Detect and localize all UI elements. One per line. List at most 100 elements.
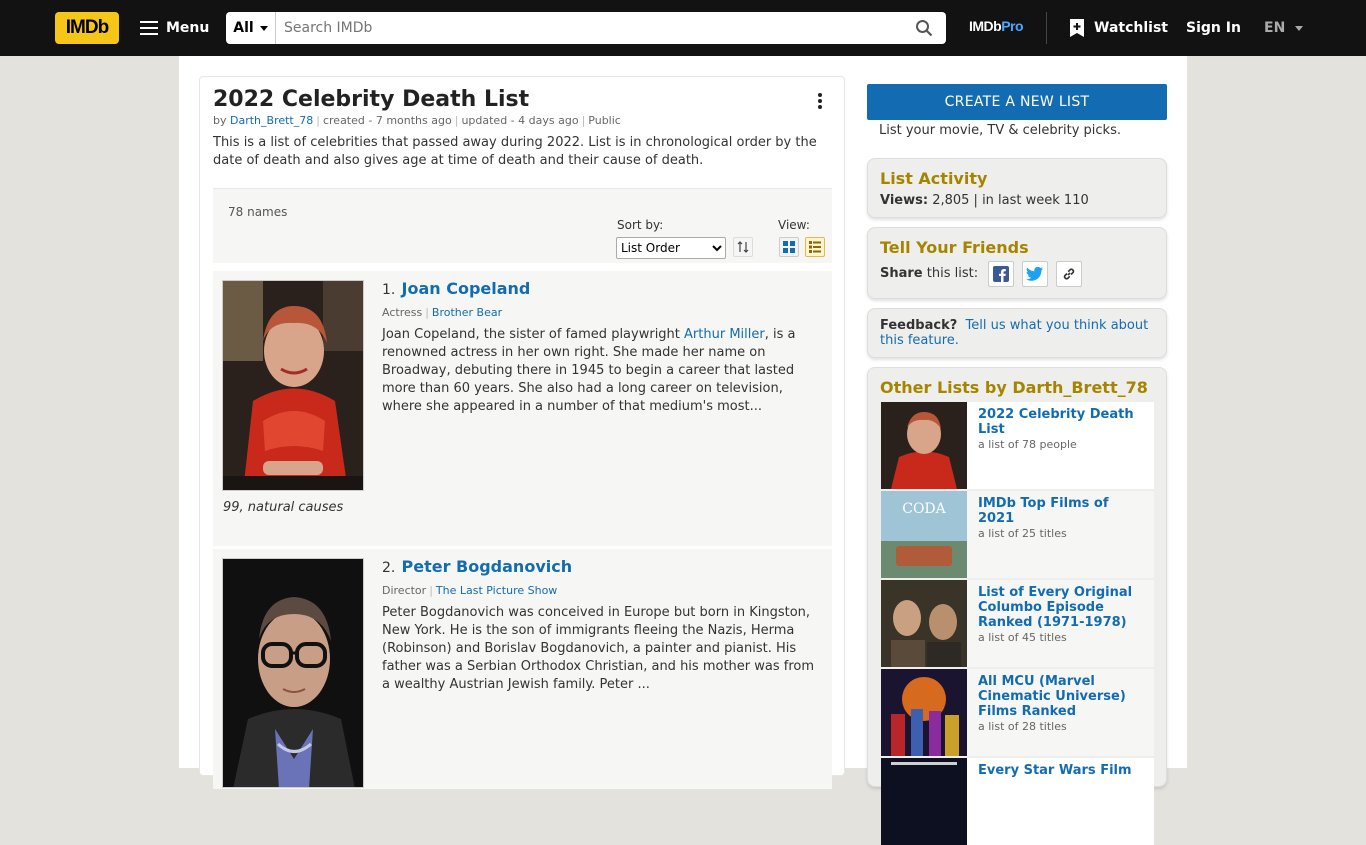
imdbpro-label-pro: Pro [1001, 18, 1024, 34]
death-caption: 99, natural causes [223, 500, 344, 515]
sort-direction-button[interactable] [733, 237, 753, 257]
top-navbar: IMDb Menu All IMDbPro Watchlist Sign In … [0, 0, 1366, 56]
visibility-label: Public [588, 114, 621, 127]
sort-label: Sort by: [617, 218, 664, 232]
search-icon[interactable] [902, 12, 946, 44]
item-number: 2. [382, 560, 396, 576]
watchlist-button[interactable]: Watchlist [1070, 12, 1168, 44]
item-number: 1. [382, 282, 396, 298]
chevron-down-icon [1295, 25, 1304, 31]
list-item: 99, natural causes 1. Joan Copeland Actr… [213, 271, 832, 546]
author-link[interactable]: Darth_Brett_78 [230, 114, 313, 127]
page-title: 2022 Celebrity Death List [213, 87, 530, 112]
search-input[interactable] [276, 12, 902, 44]
imdbpro-label-imdb: IMDb [969, 18, 1002, 34]
chevron-down-icon [259, 25, 268, 31]
grid-view-button[interactable] [779, 237, 799, 257]
list-thumbnail[interactable]: CODA [881, 491, 967, 578]
language-selector[interactable]: EN [1264, 12, 1304, 44]
other-list-title[interactable]: All MCU (Marvel Cinematic Universe) Film… [978, 674, 1148, 719]
views-label: Views: [880, 193, 929, 208]
bio-text: Joan Copeland, the sister of famed playw… [382, 327, 685, 342]
person-name-link[interactable]: Joan Copeland [402, 279, 531, 298]
share-widget: Tell Your Friends Share this list: [867, 227, 1167, 299]
list-toolbar: 78 names Sort by: List Order View: [213, 188, 832, 263]
share-text: Share this list: [880, 266, 978, 281]
facebook-share-button[interactable] [988, 261, 1014, 287]
thumbnail-text: CODA [902, 501, 946, 517]
other-list-title[interactable]: Every Star Wars Film [978, 763, 1148, 778]
item-meta: Director | The Last Picture Show [382, 584, 558, 597]
imdbpro-link[interactable]: IMDbPro [969, 18, 1024, 34]
item-meta: Actress | Brother Bear [382, 306, 503, 319]
list-thumbnail[interactable] [881, 580, 967, 667]
other-list-item[interactable]: List of Every Original Columbo Episode R… [881, 580, 1154, 667]
link-icon [1063, 268, 1075, 280]
list-panel: 2022 Celebrity Death List by Darth_Brett… [199, 76, 845, 789]
twitter-share-button[interactable] [1022, 261, 1048, 287]
search-category-label: All [233, 20, 254, 36]
other-list-count: a list of 25 titles [978, 527, 1067, 540]
create-new-list-button[interactable]: CREATE A NEW LIST [867, 84, 1167, 120]
created-date: created - 7 months ago [322, 114, 452, 127]
share-label: Share [880, 266, 923, 281]
other-list-count: a list of 78 people [978, 438, 1077, 451]
bookmark-plus-icon [1070, 19, 1084, 37]
more-options-icon[interactable] [812, 91, 828, 111]
detail-view-button[interactable] [805, 237, 825, 257]
widget-title: List Activity [880, 169, 988, 188]
other-list-item[interactable]: 2022 Celebrity Death List a list of 78 p… [881, 402, 1154, 489]
item-count: 78 names [228, 205, 288, 219]
search-category-dropdown[interactable]: All [226, 12, 276, 44]
imdb-logo[interactable]: IMDb [55, 12, 119, 44]
other-list-title[interactable]: IMDb Top Films of 2021 [978, 496, 1148, 526]
facebook-icon [993, 266, 1009, 282]
person-photo[interactable] [222, 558, 364, 788]
other-list-item[interactable]: All MCU (Marvel Cinematic Universe) Film… [881, 669, 1154, 756]
create-list-subtitle: List your movie, TV & celebrity picks. [879, 123, 1121, 138]
feedback-text: Feedback? Tell us what you think about t… [880, 318, 1160, 348]
grid-icon [783, 241, 795, 253]
widget-title: Other Lists by Darth_Brett_78 [880, 378, 1148, 397]
person-bio: Peter Bogdanovich was conceived in Europ… [382, 605, 815, 692]
nav-divider [1046, 12, 1047, 44]
views-stats: Views: 2,805 | in last week 110 [880, 193, 1089, 208]
other-list-item[interactable]: Every Star Wars Film [881, 758, 1154, 845]
copy-link-button[interactable] [1056, 261, 1082, 287]
person-name-link[interactable]: Peter Bogdanovich [402, 557, 573, 576]
search-bar: All [226, 12, 946, 44]
hamburger-icon [140, 21, 158, 35]
other-list-count: a list of 45 titles [978, 631, 1067, 644]
menu-button[interactable]: Menu [132, 12, 217, 44]
person-bio: Joan Copeland, the sister of famed playw… [382, 326, 814, 416]
list-thumbnail[interactable] [881, 402, 967, 489]
sign-in-button[interactable]: Sign In [1186, 12, 1241, 44]
twitter-icon [1026, 266, 1043, 281]
person-photo[interactable] [222, 280, 364, 491]
other-list-title[interactable]: 2022 Celebrity Death List [978, 407, 1148, 437]
view-label: View: [778, 218, 810, 232]
updated-date: updated - 4 days ago [461, 114, 579, 127]
sort-select[interactable]: List Order [616, 237, 726, 259]
list-detail-icon [809, 241, 821, 253]
known-for-link[interactable]: Brother Bear [432, 306, 502, 319]
list-thumbnail[interactable] [881, 758, 967, 845]
list-thumbnail[interactable] [881, 669, 967, 756]
share-rest: this list: [926, 266, 979, 281]
list-description: This is a list of celebrities that passe… [213, 135, 817, 168]
menu-label: Menu [166, 20, 210, 36]
list-item: 2. Peter Bogdanovich Director | The Last P… [213, 549, 832, 789]
item-heading: 1. Joan Copeland [382, 279, 530, 298]
bio-person-link[interactable]: Arthur Miller [684, 327, 765, 342]
widget-title: Tell Your Friends [880, 238, 1029, 257]
other-list-item[interactable]: CODA IMDb Top Films of 2021 a list of 25… [881, 491, 1154, 578]
list-activity-widget: List Activity Views: 2,805 | in last wee… [867, 158, 1167, 218]
known-for-link[interactable]: The Last Picture Show [436, 584, 557, 597]
feedback-widget: Feedback? Tell us what you think about t… [867, 308, 1167, 358]
other-list-count: a list of 28 titles [978, 720, 1067, 733]
language-label: EN [1264, 20, 1286, 36]
list-byline: by Darth_Brett_78 | created - 7 months ago… [213, 114, 621, 127]
views-value: 2,805 | in last week 110 [932, 193, 1089, 208]
person-role: Actress [382, 306, 423, 319]
other-list-title[interactable]: List of Every Original Columbo Episode R… [978, 585, 1148, 630]
